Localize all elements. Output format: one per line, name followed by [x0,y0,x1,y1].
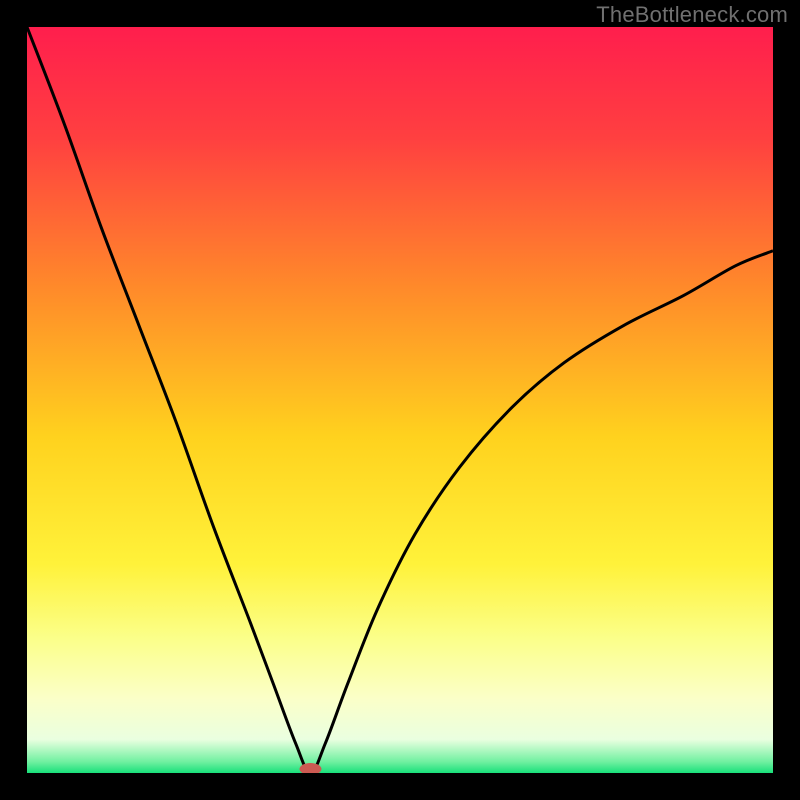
chart-frame: TheBottleneck.com [0,0,800,800]
chart-background [27,27,773,773]
watermark-text: TheBottleneck.com [596,2,788,28]
chart-svg [27,27,773,773]
chart-plot [27,27,773,773]
